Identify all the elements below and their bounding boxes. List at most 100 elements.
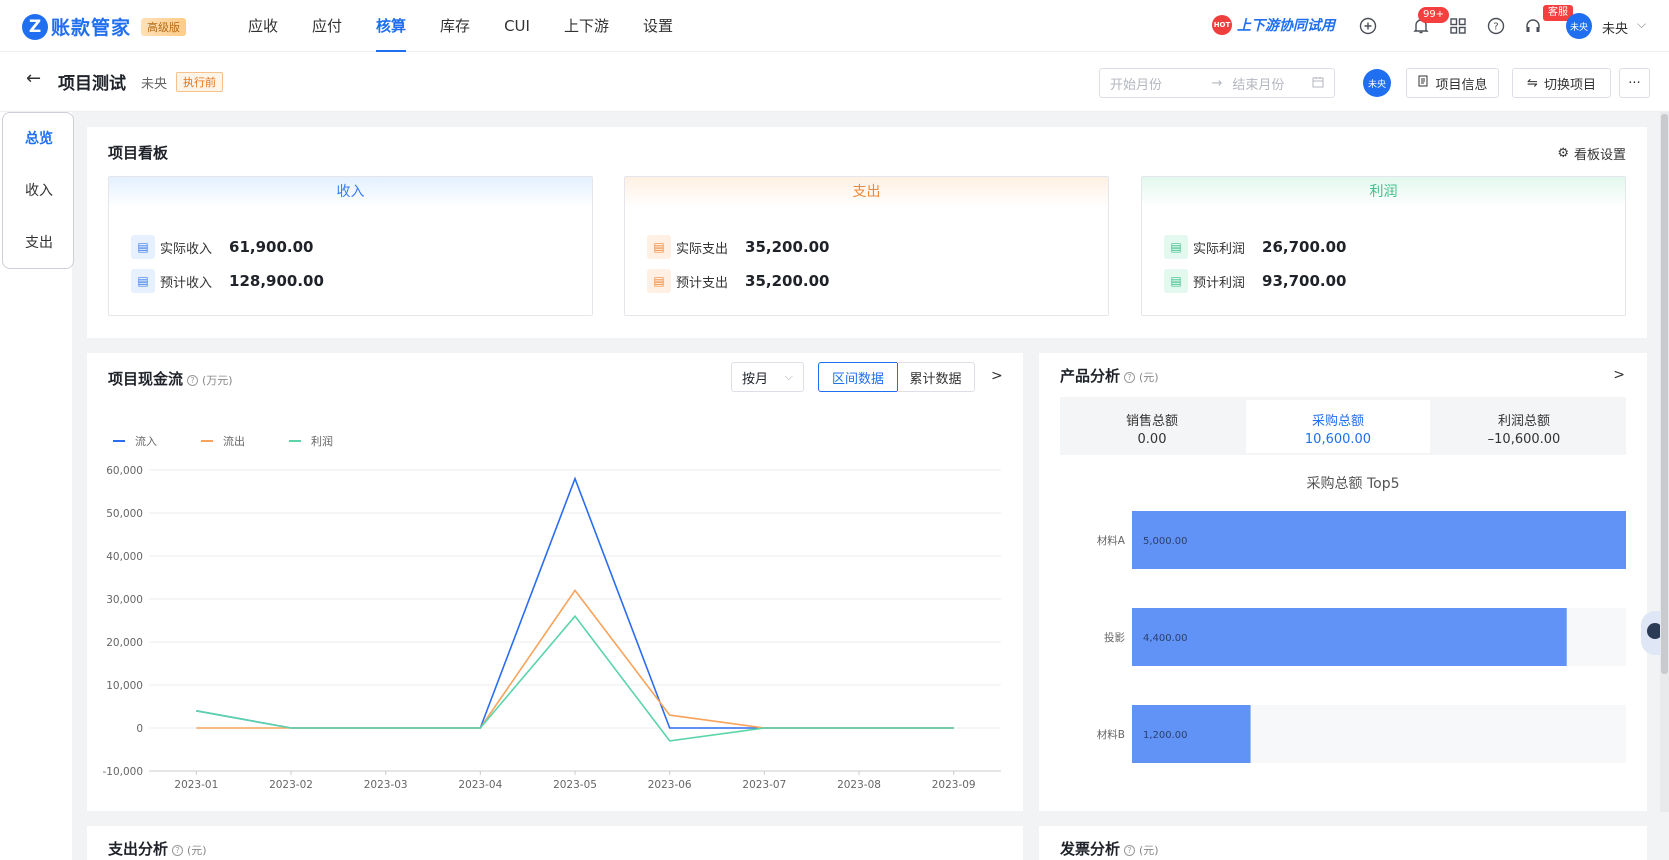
help-circle-icon[interactable]: ? (172, 845, 184, 856)
stat-value: 10,600.00 (1304, 432, 1372, 447)
user-name[interactable]: 未央 (1602, 18, 1628, 37)
product-unit: (元) (1139, 371, 1159, 384)
purchase-top5-bar-chart: 采购总额 Top5 材料A 5,000.00 投影 4,400.00 材料B 1,200.0… (1097, 476, 1626, 763)
series-line-2[interactable] (196, 614, 954, 742)
legend-label-1[interactable]: 流出 (223, 434, 245, 448)
x-tick-label: 2023-04 (458, 779, 502, 791)
board-settings-label: 看板设置 (1573, 148, 1626, 163)
help-circle-icon[interactable]: ? (1124, 845, 1136, 856)
user-dropdown-chevron-icon[interactable]: ⌵ (1637, 17, 1646, 32)
start-month-input[interactable]: 开始月份 (1110, 74, 1200, 93)
sidebar-tab-2[interactable]: 支出 (3, 232, 75, 252)
x-tick-label: 2023-02 (269, 779, 313, 791)
cashflow-next-arrow-icon[interactable]: > (991, 368, 1003, 384)
sidebar-tab-0[interactable]: 总览 (3, 128, 75, 148)
actual-profit-value: 26,700.00 (1262, 238, 1347, 256)
project-owner: 未央 (141, 77, 168, 92)
more-options-button[interactable]: ··· (1619, 68, 1650, 98)
top-navbar: Z 账款管家 高级版 应收 应付 核算 库存 CUI 上下游 设置 HOT 上下游协同试用 … (0, 0, 1669, 52)
switch-arrows-icon: ⇋ (1527, 75, 1538, 91)
back-arrow-icon[interactable]: ← (26, 68, 41, 89)
app-logo[interactable]: Z 账款管家 高级版 (22, 13, 187, 40)
product-stat-0[interactable]: 销售总额 0.00 (1060, 400, 1244, 453)
series-line-1[interactable] (196, 589, 954, 729)
expense-title: 支出 (625, 177, 1108, 208)
expense-analysis-title-text: 支出分析 (108, 840, 169, 858)
help-icon[interactable]: ? (1486, 16, 1506, 36)
project-member-avatar[interactable]: 未央 (1363, 69, 1391, 97)
chevron-down-icon: ⌵ (784, 370, 793, 383)
nav-item-1[interactable]: 应付 (312, 0, 342, 52)
stat-label: 销售总额 (1125, 414, 1178, 429)
profit-panel: 利润 ▤ 实际利润 26,700.00 ▤ 预计利润 93,700.00 (1141, 176, 1626, 316)
help-circle-icon[interactable]: ? (1124, 372, 1136, 383)
actual-expense-value: 35,200.00 (745, 238, 830, 256)
month-range-picker[interactable]: 开始月份 → 结束月份 (1099, 68, 1335, 98)
stat-value: 0.00 (1137, 432, 1167, 447)
receipt-icon: ▤ (1164, 235, 1188, 259)
sidebar-tab-1[interactable]: 收入 (3, 180, 75, 200)
page-scrollbar[interactable] (1660, 112, 1669, 812)
product-stat-2[interactable]: 利润总额 –10,600.00 (1432, 400, 1616, 453)
cashflow-unit: (万元) (202, 374, 233, 387)
notification-count-badge: 99+ (1418, 7, 1450, 23)
add-circle-icon[interactable] (1358, 16, 1378, 36)
legend-label-0[interactable]: 流入 (135, 434, 157, 448)
x-tick-label: 2023-06 (648, 779, 692, 791)
bar-category-label: 材料A (1097, 534, 1126, 547)
bar-value-label: 1,200.00 (1143, 730, 1188, 741)
bar-1[interactable] (1132, 608, 1567, 666)
receipt-icon: ▤ (131, 235, 155, 259)
nav-item-2[interactable]: 核算 (376, 0, 407, 52)
project-info-button[interactable]: 项目信息 (1406, 68, 1499, 98)
planned-profit-label: 预计利润 (1193, 275, 1246, 291)
headset-service-icon[interactable] (1523, 16, 1543, 36)
planned-profit-row: ▤ 预计利润 93,700.00 (1164, 269, 1346, 293)
planned-income-row: ▤ 预计收入 128,900.00 (131, 269, 324, 293)
invoice-analysis-title-text: 发票分析 (1060, 840, 1121, 858)
actual-income-label: 实际收入 (160, 241, 213, 257)
end-month-input[interactable]: 结束月份 (1232, 74, 1312, 93)
apps-grid-icon[interactable] (1448, 16, 1468, 36)
product-stat-1[interactable]: 采购总额 10,600.00 (1246, 400, 1430, 453)
actual-profit-label: 实际利润 (1193, 241, 1246, 257)
bar-category-label: 材料B (1097, 728, 1125, 741)
nav-item-5[interactable]: 上下游 (564, 0, 609, 52)
calendar-icon (1312, 76, 1324, 91)
cashflow-line-chart: 流入 流出 利润 60,000 50,000 40,000 30,000 20,000 10,0… (102, 434, 1001, 791)
nav-item-0[interactable]: 应收 (248, 0, 278, 52)
nav-item-6[interactable]: 设置 (643, 0, 673, 52)
document-icon (1417, 75, 1429, 91)
bar-0[interactable] (1132, 511, 1626, 569)
y-tick-label: 60,000 (106, 465, 143, 477)
range-data-tab[interactable]: 区间数据 (818, 362, 898, 392)
hot-trial-link[interactable]: HOT 上下游协同试用 (1212, 15, 1335, 35)
bar-value-label: 5,000.00 (1143, 536, 1188, 547)
nav-item-3[interactable]: 库存 (440, 0, 470, 52)
hot-flame-icon: HOT (1212, 15, 1232, 35)
cumulative-data-tab[interactable]: 累计数据 (897, 362, 975, 392)
period-select[interactable]: 按月 ⌵ (731, 362, 804, 392)
edition-badge: 高级版 (141, 17, 187, 36)
series-line-0[interactable] (196, 476, 954, 729)
user-avatar[interactable]: 未央 (1566, 13, 1592, 39)
hot-trial-label: 上下游协同试用 (1237, 18, 1335, 34)
product-next-arrow-icon[interactable]: > (1613, 367, 1625, 383)
board-settings-link[interactable]: ⚙ 看板设置 (1557, 144, 1626, 163)
switch-project-button[interactable]: ⇋ 切换项目 (1512, 68, 1611, 98)
planned-expense-row: ▤ 预计支出 35,200.00 (647, 269, 829, 293)
switch-project-label: 切换项目 (1543, 77, 1596, 93)
help-circle-icon[interactable]: ? (187, 375, 199, 386)
legend-label-2[interactable]: 利润 (311, 434, 333, 448)
scrollbar-thumb[interactable] (1661, 114, 1668, 674)
stat-label: 利润总额 (1497, 414, 1550, 429)
project-header-bar: ← 项目测试 未央 执行前 开始月份 → 结束月份 未央 项目信息 ⇋ 切换项目… (0, 52, 1669, 112)
bar-chart-title: 采购总额 Top5 (1307, 476, 1400, 492)
invoice-analysis-unit: (元) (1139, 844, 1159, 857)
y-tick-label: 10,000 (106, 680, 143, 692)
actual-expense-label: 实际支出 (676, 241, 729, 257)
project-board-title: 项目看板 (108, 144, 169, 162)
nav-item-4[interactable]: CUI (504, 0, 530, 52)
planned-income-label: 预计收入 (160, 275, 213, 291)
main-menu: 应收 应付 核算 库存 CUI 上下游 设置 (248, 0, 707, 52)
